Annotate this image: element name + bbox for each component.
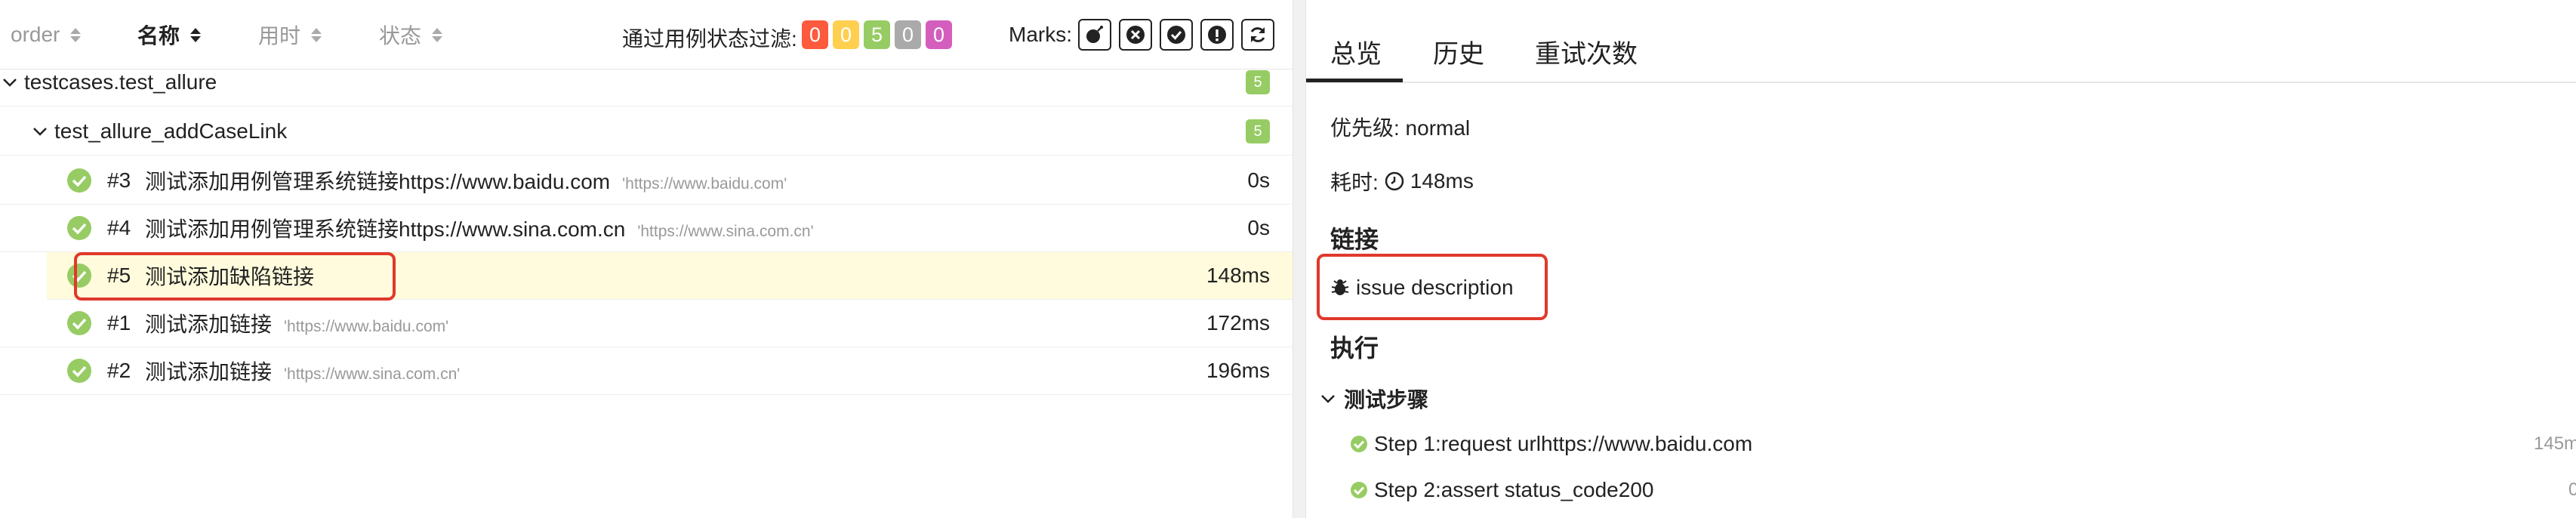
test-detail-pane: 总览 历史 重试次数 优先级: normal 耗时: 148ms 链接 issu… — [1306, 0, 2576, 518]
filter-passed-badge[interactable]: 5 — [864, 20, 890, 49]
filter-broken-badge[interactable]: 0 — [833, 20, 859, 49]
test-steps-header[interactable]: 测试步骤 — [1320, 384, 1428, 414]
sort-status-button[interactable]: 状态 — [379, 21, 443, 48]
tab-retries[interactable]: 重试次数 — [1535, 33, 1638, 70]
test-name: 测试添加链接 'https://www.sina.com.cn' — [145, 356, 460, 386]
test-name: 测试添加用例管理系统链接https://www.sina.com.cn 'http… — [145, 213, 814, 243]
detail-tabs: 总览 历史 重试次数 — [1306, 0, 2576, 83]
test-title: 测试添加链接 — [145, 313, 273, 336]
suite-count-badge: 5 — [1246, 70, 1270, 94]
tab-overview[interactable]: 总览 — [1330, 33, 1382, 70]
check-circle-icon — [1167, 26, 1185, 44]
test-title: 测试添加用例管理系统链接https://www.baidu.com — [145, 170, 611, 193]
test-name: 测试添加用例管理系统链接https://www.baidu.com 'https:… — [145, 165, 787, 196]
chevron-down-icon — [1321, 395, 1335, 403]
severity-text: 优先级: normal — [1330, 116, 1471, 140]
test-title: 测试添加链接 — [145, 360, 273, 384]
chevron-down-icon — [3, 79, 17, 87]
sort-icon — [70, 27, 82, 42]
sort-icon — [311, 27, 322, 42]
mark-new-failed-button[interactable] — [1119, 19, 1152, 51]
test-duration: 148ms — [1206, 264, 1270, 287]
subsuite-name: test_allure_addCaseLink — [54, 119, 288, 143]
step-duration: 145m — [2534, 433, 2576, 454]
step-row[interactable]: Step 2:assert status_code200 — [1350, 478, 1653, 502]
active-tab-indicator — [1306, 79, 1403, 82]
step-row[interactable]: Step 1:request urlhttps://www.baidu.com — [1350, 432, 1752, 456]
test-param: 'https://www.baidu.com' — [284, 318, 449, 335]
sort-icon — [190, 27, 202, 42]
sort-order-label: order — [11, 23, 60, 46]
refresh-icon — [1250, 27, 1265, 42]
test-param: 'https://www.sina.com.cn' — [637, 223, 814, 240]
sort-name-label: 名称 — [137, 24, 180, 48]
passed-check-icon — [67, 216, 91, 240]
sort-status-label: 状态 — [379, 24, 422, 48]
pane-splitter[interactable] — [1293, 0, 1306, 518]
tab-history[interactable]: 历史 — [1433, 33, 1484, 70]
test-tree-pane: order 名称 用时 状态 通过用例状态过滤: 0 0 5 0 0 Marks… — [0, 0, 1293, 518]
mark-new-passed-button[interactable] — [1160, 19, 1193, 51]
filter-failed-badge[interactable]: 0 — [802, 20, 828, 49]
suite-row[interactable]: testcases.test_allure 5 — [0, 59, 1293, 106]
test-steps-title: 测试步骤 — [1344, 388, 1429, 412]
passed-check-icon — [67, 311, 91, 335]
step-text: Step 1:request urlhttps://www.baidu.com — [1374, 432, 1753, 455]
clock-icon — [1385, 171, 1404, 191]
duration-value: 148ms — [1410, 169, 1474, 193]
test-row[interactable]: #4 测试添加用例管理系统链接https://www.sina.com.cn 'h… — [0, 205, 1293, 252]
step-duration: 0 — [2568, 479, 2576, 500]
test-number: #4 — [107, 216, 131, 239]
passed-check-icon — [1351, 436, 1367, 452]
passed-check-icon — [67, 168, 91, 193]
status-filter-label: 通过用例状态过滤: — [622, 27, 797, 51]
annotation-highlight-box — [1317, 254, 1548, 320]
test-duration: 0s — [1247, 216, 1270, 239]
mark-new-broken-button[interactable] — [1200, 19, 1234, 51]
test-duration: 0s — [1247, 168, 1270, 192]
subsuite-count-badge: 5 — [1246, 119, 1270, 143]
sort-duration-button[interactable]: 用时 — [258, 21, 322, 48]
test-name: 测试添加链接 'https://www.baidu.com' — [145, 308, 448, 338]
x-circle-icon — [1126, 26, 1145, 44]
test-number: #1 — [107, 311, 131, 335]
test-number: #3 — [107, 168, 131, 192]
suite-name: testcases.test_allure — [24, 70, 217, 94]
marks-label: Marks: — [1009, 23, 1072, 46]
test-param: 'https://www.baidu.com' — [622, 175, 787, 193]
exclamation-circle-icon — [1208, 26, 1226, 44]
bomb-icon — [1086, 26, 1103, 43]
test-number: #2 — [107, 359, 131, 382]
links-section-title: 链接 — [1330, 226, 1379, 253]
execution-section-title: 执行 — [1330, 335, 1379, 362]
sort-icon — [432, 27, 443, 42]
sort-order-button[interactable]: order — [11, 21, 82, 48]
test-duration: 172ms — [1206, 311, 1270, 335]
test-title: 测试添加用例管理系统链接https://www.sina.com.cn — [145, 217, 626, 241]
filter-unknown-badge[interactable]: 0 — [926, 20, 952, 49]
duration-row: 耗时: 148ms — [1330, 166, 1474, 196]
filter-skipped-badge[interactable]: 0 — [895, 20, 921, 49]
mark-flaky-button[interactable] — [1078, 19, 1111, 51]
mark-retries-button[interactable] — [1241, 19, 1274, 51]
test-row[interactable]: #1 测试添加链接 'https://www.baidu.com' 172ms — [0, 300, 1293, 347]
duration-label: 耗时: — [1330, 171, 1379, 194]
subsuite-row[interactable]: test_allure_addCaseLink 5 — [0, 108, 1293, 156]
sort-name-button[interactable]: 名称 — [137, 21, 202, 48]
test-row[interactable]: #2 测试添加链接 'https://www.sina.com.cn' 196ms — [0, 347, 1293, 395]
sort-duration-label: 用时 — [258, 24, 301, 48]
passed-check-icon — [1351, 482, 1367, 498]
test-row[interactable]: #3 测试添加用例管理系统链接https://www.baidu.com 'htt… — [0, 157, 1293, 205]
chevron-down-icon — [33, 128, 47, 136]
test-duration: 196ms — [1206, 359, 1270, 382]
annotation-highlight-box — [74, 252, 396, 301]
step-text: Step 2:assert status_code200 — [1374, 478, 1654, 501]
test-param: 'https://www.sina.com.cn' — [284, 365, 461, 383]
passed-check-icon — [67, 359, 91, 383]
